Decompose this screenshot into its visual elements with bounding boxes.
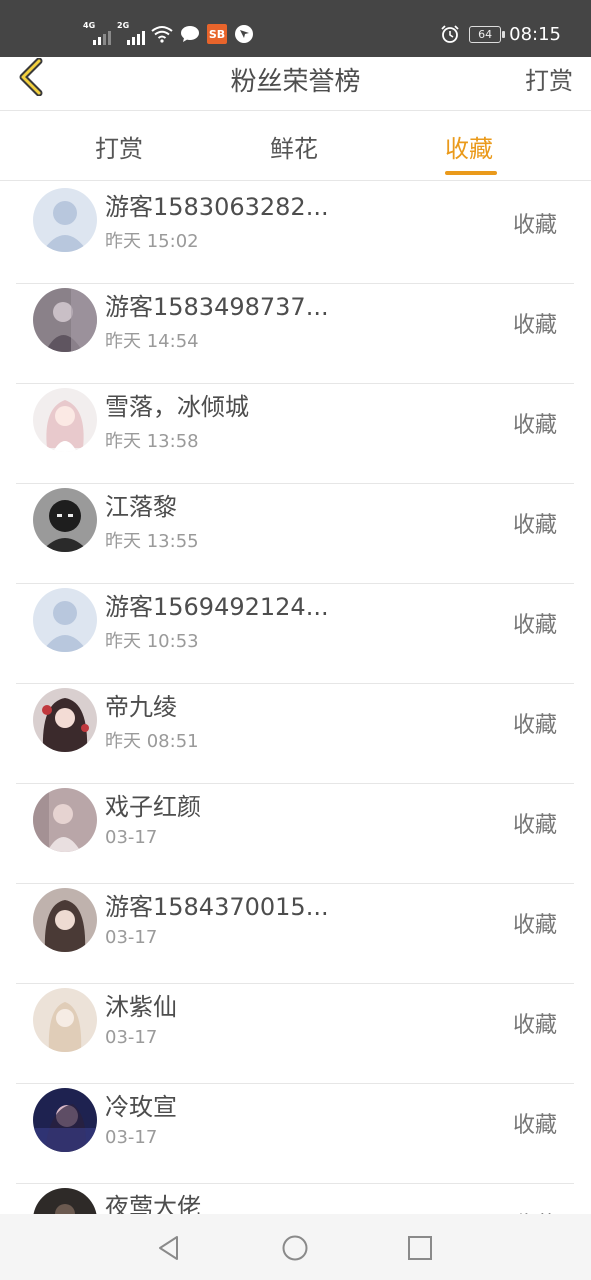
signal-2g-icon: 2G xyxy=(117,21,145,45)
avatar xyxy=(33,688,97,752)
battery-icon: 64 xyxy=(469,25,506,43)
system-navigation-bar xyxy=(0,1214,591,1280)
signal-2g-label: 2G xyxy=(117,21,130,30)
list-item[interactable]: 戏子红颜 03-17 收藏 xyxy=(16,783,574,884)
list-item[interactable]: 沐紫仙 03-17 收藏 xyxy=(16,983,574,1084)
fan-time: 昨天 13:58 xyxy=(105,431,199,452)
fan-action-label: 收藏 xyxy=(512,413,557,438)
signal-4g-icon: 4G xyxy=(83,21,111,45)
fan-action-label: 收藏 xyxy=(512,813,557,838)
fan-action-label: 收藏 xyxy=(512,213,557,238)
fan-time: 昨天 14:54 xyxy=(105,331,199,352)
avatar xyxy=(33,388,97,452)
avatar xyxy=(33,588,97,652)
avatar xyxy=(33,288,97,352)
fan-action-label: 收藏 xyxy=(512,1113,557,1138)
fan-name: 夜莺大佬 xyxy=(105,1193,201,1214)
fan-time: 03-17 xyxy=(105,1127,158,1148)
fan-name: 雪落，冰倾城 xyxy=(105,393,249,421)
tab-reward[interactable]: 打赏 xyxy=(95,129,143,164)
list-item[interactable]: 夜莺大佬 收藏 xyxy=(16,1183,574,1214)
fan-action-label: 收藏 xyxy=(512,513,557,538)
avatar xyxy=(33,1188,97,1214)
list-item[interactable]: 游客1583063282... 昨天 15:02 收藏 xyxy=(16,183,574,284)
fan-name: 游客1569492124... xyxy=(105,593,329,621)
fan-action-label: 收藏 xyxy=(512,1013,557,1038)
navigation-app-icon xyxy=(233,23,255,45)
avatar xyxy=(33,988,97,1052)
page-title: 粉丝荣誉榜 xyxy=(230,67,361,97)
list-item[interactable]: 游客1584370015... 03-17 收藏 xyxy=(16,883,574,984)
alarm-icon xyxy=(439,23,461,45)
tab-flowers[interactable]: 鲜花 xyxy=(270,129,318,164)
fan-name: 游客1584370015... xyxy=(105,893,329,921)
message-icon xyxy=(179,23,201,45)
avatar xyxy=(33,888,97,952)
avatar xyxy=(33,488,97,552)
nav-home-button[interactable] xyxy=(279,1232,311,1264)
tab-bar: 打赏 鲜花 收藏 xyxy=(0,111,591,181)
list-item[interactable]: 游客1583498737... 昨天 14:54 收藏 xyxy=(16,283,574,384)
circle-home-icon xyxy=(282,1235,308,1261)
list-item[interactable]: 冷玫宣 03-17 收藏 xyxy=(16,1083,574,1184)
nav-back-button[interactable] xyxy=(153,1232,185,1264)
fan-action-label: 收藏 xyxy=(512,313,557,338)
fan-time: 03-17 xyxy=(105,827,158,848)
tab-favorites[interactable]: 收藏 xyxy=(445,129,493,164)
fan-name: 游客1583498737... xyxy=(105,293,329,321)
active-tab-indicator xyxy=(445,171,497,175)
reward-button[interactable]: 打赏 xyxy=(525,61,573,96)
list-item[interactable]: 帝九绫 昨天 08:51 收藏 xyxy=(16,683,574,784)
fan-time: 昨天 13:55 xyxy=(105,531,199,552)
fan-time: 昨天 15:02 xyxy=(105,231,199,252)
fan-action-label: 收藏 xyxy=(512,713,557,738)
fan-name: 冷玫宣 xyxy=(105,1093,177,1121)
fan-action-label: 收藏 xyxy=(513,1207,557,1214)
fan-name: 戏子红颜 xyxy=(105,793,201,821)
status-bar: 4G 2G SB 64 08:15 xyxy=(0,0,591,57)
fan-action-label: 收藏 xyxy=(512,613,557,638)
fan-name: 帝九绫 xyxy=(105,693,177,721)
square-recents-icon xyxy=(408,1236,432,1260)
fan-list[interactable]: 游客1583063282... 昨天 15:02 收藏 游客1583498737… xyxy=(0,181,591,1214)
list-item[interactable]: 游客1569492124... 昨天 10:53 收藏 xyxy=(16,583,574,684)
list-item[interactable]: 雪落，冰倾城 昨天 13:58 收藏 xyxy=(16,383,574,484)
status-icons-right: 64 08:15 xyxy=(439,20,561,48)
list-item[interactable]: 江落黎 昨天 13:55 收藏 xyxy=(16,483,574,584)
clock: 08:15 xyxy=(509,23,561,45)
fan-time: 昨天 08:51 xyxy=(105,731,199,752)
fan-time: 03-17 xyxy=(105,927,158,948)
signal-4g-label: 4G xyxy=(83,21,96,30)
fan-name: 游客1583063282... xyxy=(105,193,329,221)
fan-time: 昨天 10:53 xyxy=(105,631,199,652)
nav-recents-button[interactable] xyxy=(404,1232,436,1264)
avatar xyxy=(33,788,97,852)
status-icons-left: 4G 2G SB xyxy=(83,20,255,48)
battery-level: 64 xyxy=(478,27,493,41)
app-notification-icon: SB xyxy=(207,24,227,44)
avatar xyxy=(33,188,97,252)
fan-name: 沐紫仙 xyxy=(105,993,177,1021)
wifi-icon xyxy=(151,23,173,45)
header-bar: 粉丝荣誉榜 打赏 xyxy=(0,57,591,111)
avatar xyxy=(33,1088,97,1152)
triangle-back-icon xyxy=(159,1236,178,1260)
fan-time: 03-17 xyxy=(105,1027,158,1048)
fan-name: 江落黎 xyxy=(105,493,177,521)
fan-action-label: 收藏 xyxy=(512,913,557,938)
